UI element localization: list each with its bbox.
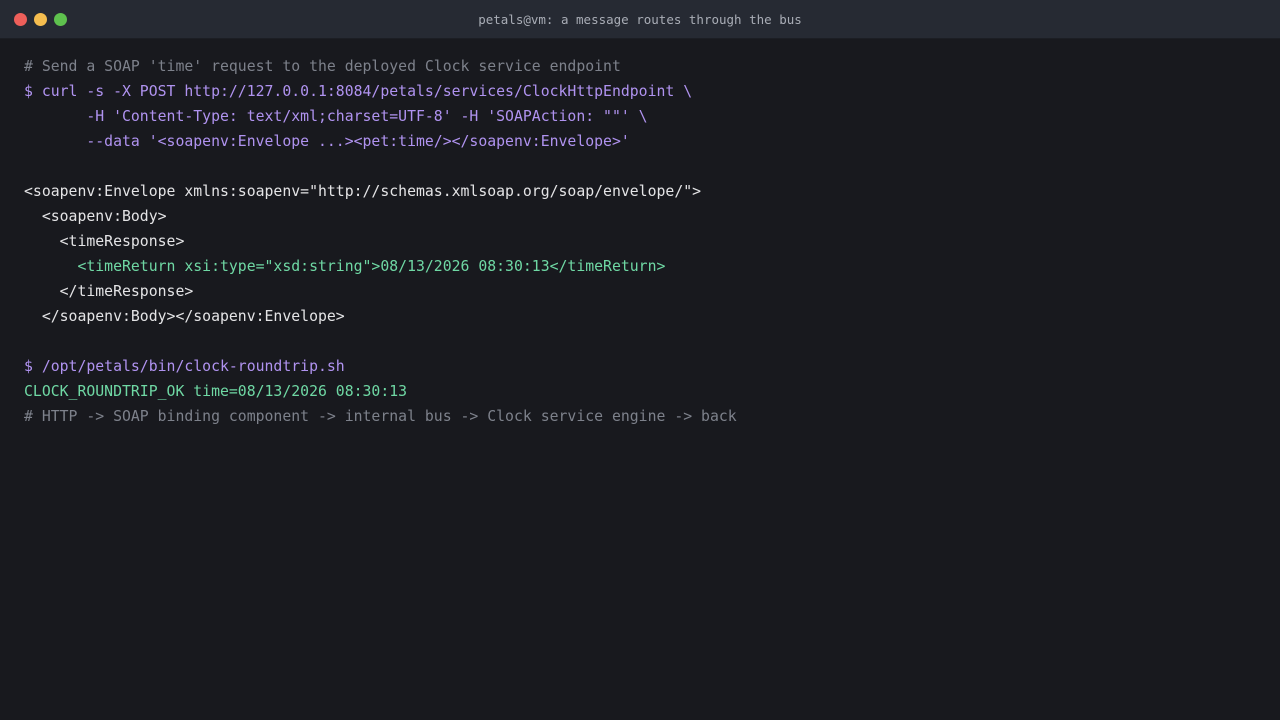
output-line: </soapenv:Body></soapenv:Envelope> — [24, 308, 345, 325]
comment-line: # HTTP -> SOAP binding component -> inte… — [24, 408, 737, 425]
command-line: $ curl -s -X POST http://127.0.0.1:8084/… — [24, 83, 693, 100]
success-output-line: CLOCK_ROUNDTRIP_OK time=08/13/2026 08:30… — [24, 383, 408, 400]
window-title: petals@vm: a message routes through the … — [478, 12, 802, 27]
output-line: <timeResponse> — [24, 233, 185, 250]
command-line: $ /opt/petals/bin/clock-roundtrip.sh — [24, 358, 345, 375]
output-line: <soapenv:Envelope xmlns:soapenv="http://… — [24, 183, 702, 200]
output-line-highlight: <timeReturn xsi:type="xsd:string">08/13/… — [24, 258, 666, 275]
comment-line: # Send a SOAP 'time' request to the depl… — [24, 58, 621, 75]
output-line: <soapenv:Body> — [24, 208, 167, 225]
command-continuation-line: --data '<soapenv:Envelope ...><pet:time/… — [24, 133, 630, 150]
output-line: </timeResponse> — [24, 283, 194, 300]
command-continuation-line: -H 'Content-Type: text/xml;charset=UTF-8… — [24, 108, 648, 125]
terminal-output[interactable]: # Send a SOAP 'time' request to the depl… — [24, 54, 1270, 429]
terminal-window: petals@vm: a message routes through the … — [0, 0, 1280, 720]
title-bar: petals@vm: a message routes through the … — [0, 0, 1280, 39]
